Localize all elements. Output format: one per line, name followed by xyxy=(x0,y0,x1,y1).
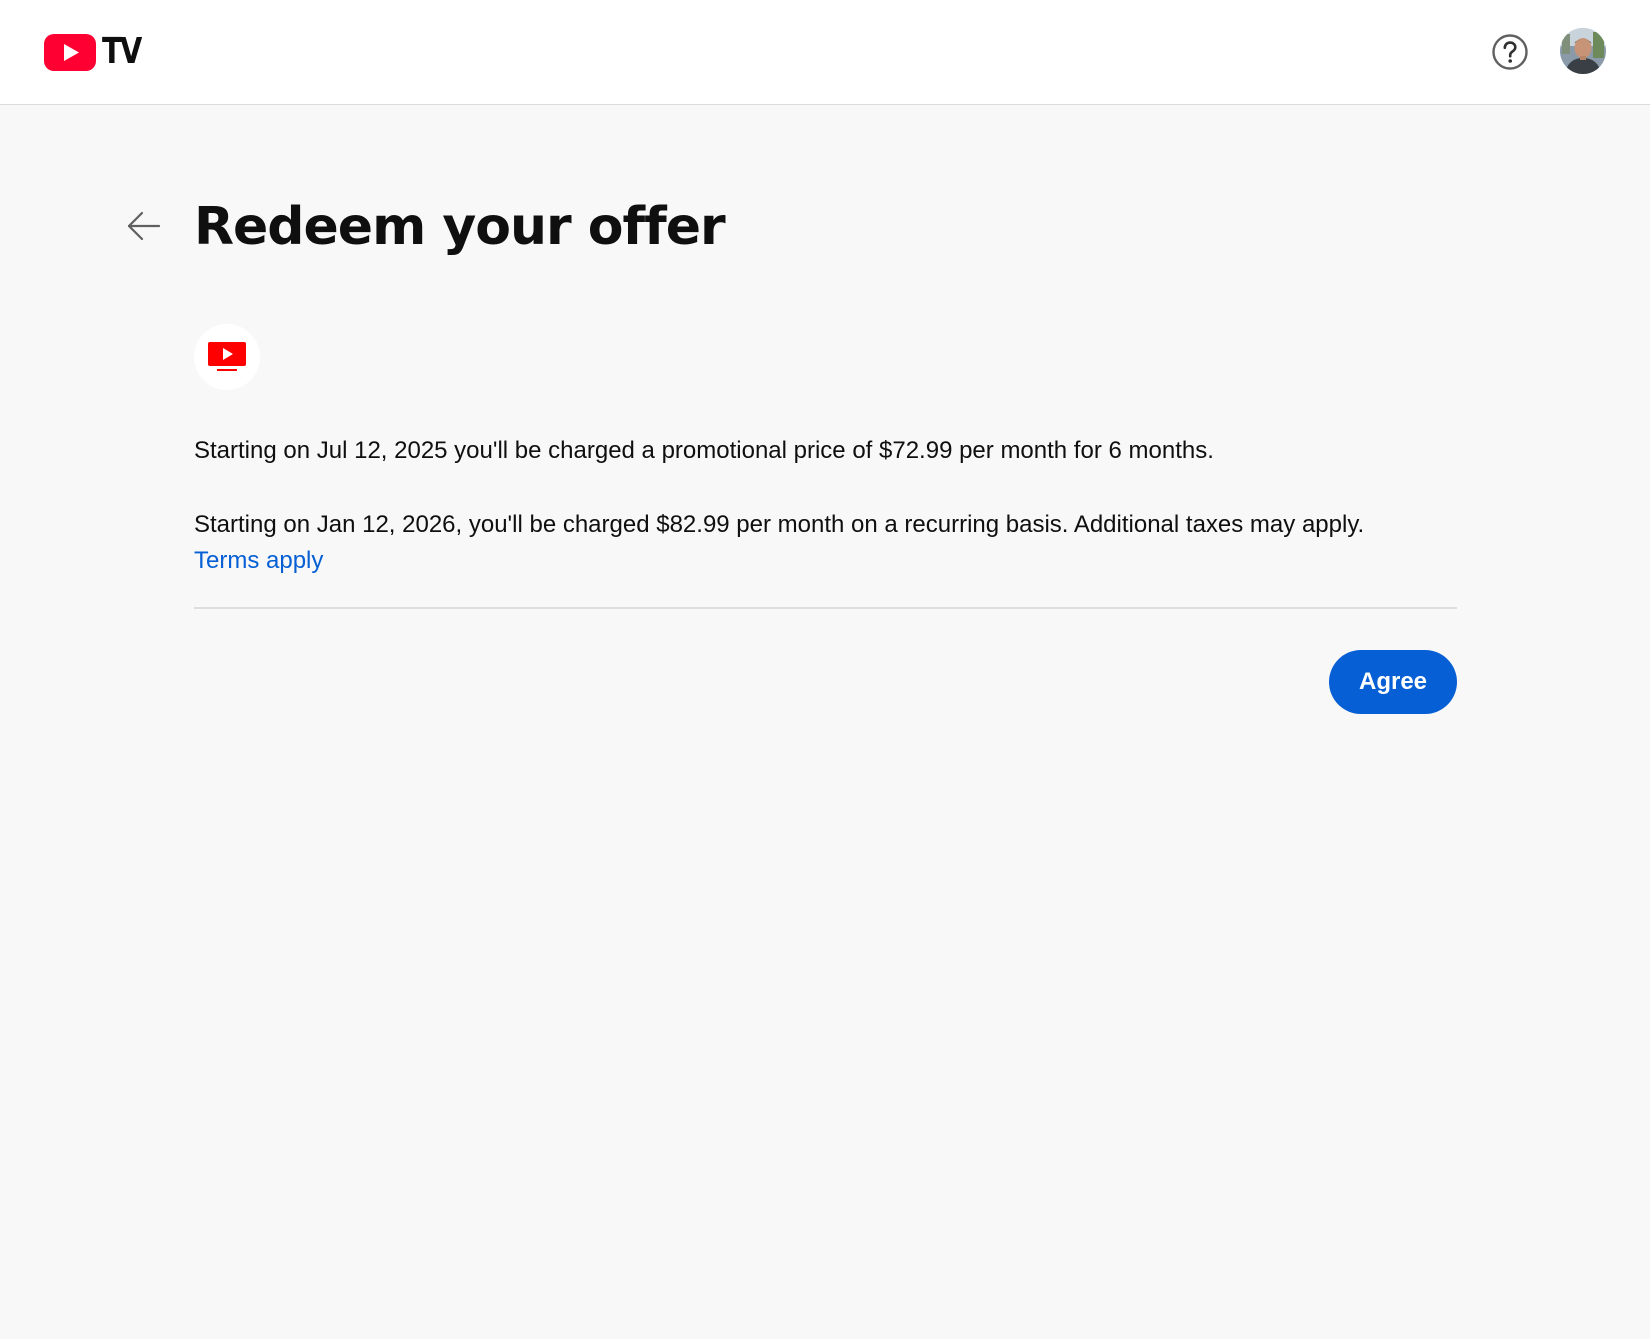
recurring-price-text: Starting on Jan 12, 2026, you'll be char… xyxy=(194,511,1365,538)
youtube-tv-icon xyxy=(208,342,246,371)
page-title: Redeem your offer xyxy=(194,197,726,257)
divider xyxy=(194,607,1457,609)
user-avatar[interactable] xyxy=(1560,28,1606,74)
youtube-play-icon xyxy=(44,33,96,71)
help-circle-icon[interactable] xyxy=(1491,33,1529,71)
avatar-image xyxy=(1560,28,1606,74)
offer-icon-badge xyxy=(194,324,260,390)
agree-button[interactable]: Agree xyxy=(1329,650,1457,714)
logo-text: TV xyxy=(102,31,142,72)
promo-price-text: Starting on Jul 12, 2025 you'll be charg… xyxy=(194,437,1214,464)
arrow-left-icon[interactable] xyxy=(126,208,162,244)
top-bar: TV xyxy=(0,0,1650,105)
terms-apply-link[interactable]: Terms apply xyxy=(194,542,323,579)
youtube-tv-logo[interactable]: TV xyxy=(44,32,150,72)
